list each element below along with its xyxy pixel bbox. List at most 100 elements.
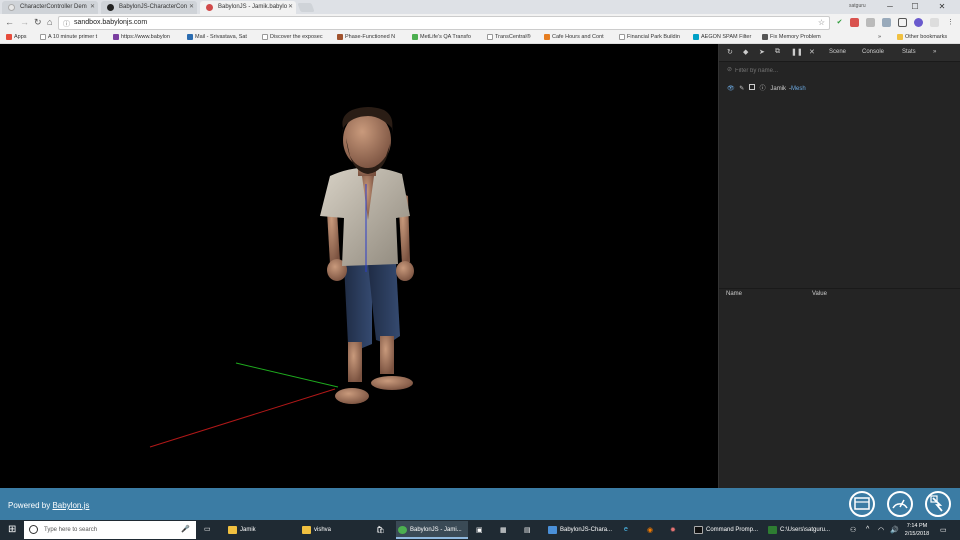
bounding-box-icon[interactable] [749,84,755,90]
tree-item-jamik[interactable]: 👁 ✎ ⓘ Jamik - Mesh [727,83,809,93]
render-canvas[interactable] [0,44,718,488]
bookmark-item[interactable]: Financial Park Buildin [619,34,680,40]
pause-icon[interactable]: ❚❚ [791,48,803,56]
address-bar[interactable]: ⓘ sandbox.babylonjs.com ☆ [58,16,830,30]
blender-icon[interactable]: ◉ [647,526,653,534]
taskbar-app-command-prompt[interactable]: Command Promp... [692,521,764,539]
task-view-icon[interactable]: ▭ [204,525,211,533]
forward-icon[interactable]: → [20,17,29,27]
tab-stats[interactable]: Stats [902,49,916,55]
bookmark-item[interactable]: Other bookmarks [897,34,947,40]
minimize-icon[interactable]: ─ [880,0,900,14]
tab-title: CharacterController Dem [20,4,87,10]
tray-overflow-icon[interactable]: ^ [866,526,869,533]
inspector-panel: ↻ ◆ ➤ ⧉ ❚❚ ✕ Scene Console Stats » ⊘ 👁 ✎… [718,44,960,488]
tab-console[interactable]: Console [862,49,884,55]
bookmark-item[interactable]: Phase-Functioned N [337,34,395,40]
bookmark-icon [337,34,343,40]
inspector-toggle-icon[interactable] [849,491,875,517]
volume-icon[interactable]: 🔊 [890,526,899,534]
back-icon[interactable]: ← [5,17,14,27]
bookmark-item[interactable]: MetLife's QA Transfo [412,34,471,40]
info-icon[interactable]: ⓘ [63,19,70,29]
bookmark-star-icon[interactable]: ☆ [818,18,825,27]
bookmark-item[interactable]: Discover the exposec [262,34,323,40]
extension-icon-gray[interactable] [866,18,875,27]
folder-icon [228,526,237,534]
bookmarks-overflow-icon[interactable]: » [878,34,881,40]
close-icon[interactable]: ✕ [90,3,95,10]
notifications-icon[interactable]: ▭ [940,526,947,534]
app-icon[interactable]: ▦ [500,526,507,534]
babylon-link[interactable]: Babylon.js [52,501,89,510]
pick-mesh-icon[interactable]: ➤ [759,48,765,56]
outlook-icon[interactable]: ▣ [476,526,483,534]
browser-tab-3[interactable]: BabylonJS - Jamik.babylo ✕ [200,1,296,14]
browser-tab-1[interactable]: CharacterController Dem ✕ [2,1,98,14]
tree-item-name: Jamik [770,86,787,92]
bookmark-item[interactable]: Fix Memory Problem [762,34,821,40]
performance-gauge-icon[interactable] [887,491,913,517]
tabs-overflow-icon[interactable]: » [933,49,936,55]
refresh-icon[interactable]: ↻ [727,48,733,56]
browser-tab-2[interactable]: BabylonJS-CharacterCon ✕ [101,1,197,14]
menu-icon[interactable]: ⋮ [946,18,955,27]
taskbar-app-chrome-babylon[interactable]: BabylonJS - Jami... [396,521,468,539]
bookmark-item[interactable]: Cafe Hours and Cont [544,34,604,40]
check-extension-icon[interactable]: ✔ [835,18,844,27]
page-icon [487,34,493,40]
new-tab-button[interactable] [297,3,315,12]
extension-icon-light[interactable] [930,18,939,27]
profile-name[interactable]: satguru [849,3,866,9]
tags-icon[interactable]: ◆ [743,48,748,56]
chrome-icon [548,526,557,534]
info-icon[interactable]: ⓘ [760,83,766,92]
maximize-icon[interactable]: ☐ [905,0,925,14]
page-icon [619,34,625,40]
taskbar-app-explorer[interactable]: C:\Users\satguru... [766,521,838,539]
taskbar-app-vishva[interactable]: vishva [300,521,366,539]
clock-date: 2/15/2018 [904,531,930,537]
inspector-close-icon[interactable]: ✕ [809,48,815,56]
taskbar-app-chrome-characters[interactable]: BabylonJS-Chara... [546,521,618,539]
taskbar-search-box[interactable]: Type here to search 🎤 [24,521,196,539]
reload-icon[interactable]: ↻ [34,17,42,28]
windows-start-icon[interactable]: ⊞ [8,524,16,535]
taskbar-app-jamik[interactable]: Jamik [226,521,292,539]
extension-icon-blue[interactable] [882,18,891,27]
app-icon-red[interactable]: ✹ [670,526,676,534]
inspector-toolbar: ↻ ◆ ➤ ⧉ ❚❚ ✕ Scene Console Stats » [719,44,960,62]
calculator-icon[interactable]: ▤ [524,526,531,534]
cast-icon[interactable] [898,18,907,27]
bookmark-item[interactable]: AEGON SPAM Filter [693,34,751,40]
extension-icon-red[interactable] [850,18,859,27]
window-close-icon[interactable]: ✕ [932,0,952,14]
store-icon[interactable]: 🛍 [376,526,385,534]
file-picker-icon[interactable] [925,491,951,517]
bookmark-icon [544,34,550,40]
popup-icon[interactable]: ⧉ [775,48,780,56]
tab-scene[interactable]: Scene [829,49,846,55]
wifi-icon[interactable]: ◠ [878,526,884,534]
bookmark-item[interactable]: TransCentral® [487,34,531,40]
filter-input[interactable] [725,66,953,76]
microphone-icon[interactable]: 🎤 [181,525,190,533]
bookmark-item[interactable]: https://www.babylon [113,34,170,40]
taskbar-clock[interactable]: 7:14 PM 2/15/2018 [902,522,932,538]
home-icon[interactable]: ⌂ [47,17,52,27]
visibility-eye-icon[interactable]: 👁 [727,85,735,92]
extension-icon-purple[interactable] [914,18,923,27]
wrench-icon[interactable]: ✎ [739,85,744,92]
outlook-icon [187,34,193,40]
bookmark-icon [762,34,768,40]
people-icon[interactable]: ⚇ [850,526,856,534]
bookmark-icon [412,34,418,40]
bookmark-item[interactable]: Apps [6,34,27,40]
bookmark-item[interactable]: A 10 minute primer t [40,34,97,40]
page-icon [262,34,268,40]
close-icon[interactable]: ✕ [288,3,293,10]
babylon-icon [206,4,213,11]
bookmark-item[interactable]: Mail - Srivastava, Sat [187,34,247,40]
edge-icon[interactable]: e [624,526,628,533]
close-icon[interactable]: ✕ [189,3,194,10]
